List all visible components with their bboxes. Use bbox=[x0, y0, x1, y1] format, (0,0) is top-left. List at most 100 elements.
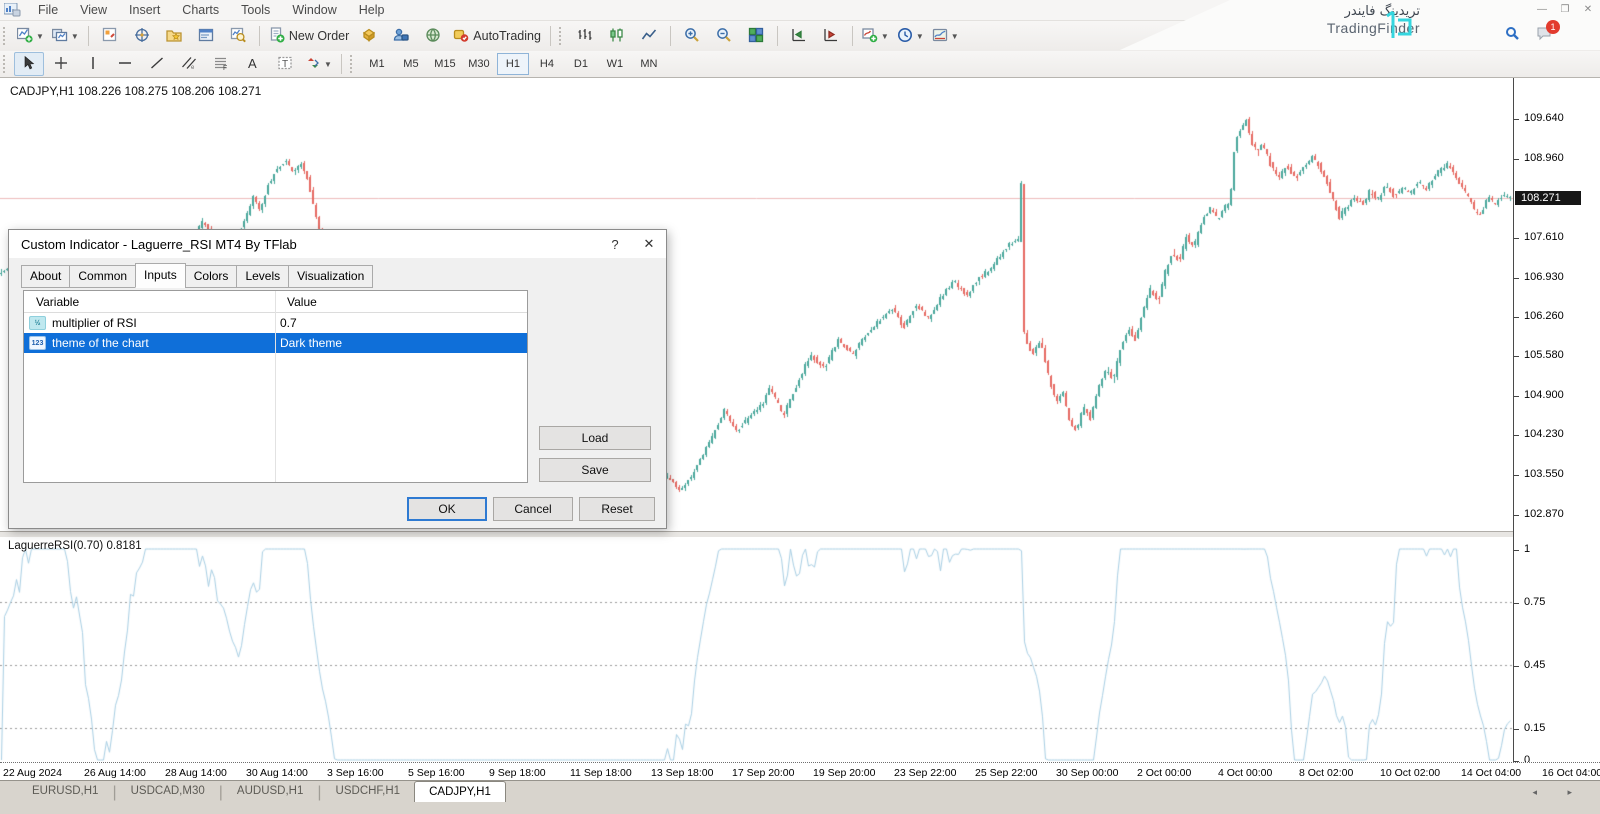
indicators-button[interactable]: ▼ bbox=[859, 24, 892, 48]
tile-windows-button[interactable] bbox=[741, 24, 771, 48]
chart-tab-usdchf-h1[interactable]: USDCHF,H1 bbox=[322, 781, 415, 801]
menu-view[interactable]: View bbox=[69, 1, 118, 19]
price-tick: 102.870 bbox=[1524, 508, 1564, 520]
dialog-tab-visualization[interactable]: Visualization bbox=[288, 265, 373, 288]
time-tick: 11 Sep 18:00 bbox=[570, 767, 632, 779]
close-button[interactable]: ✕ bbox=[1582, 4, 1594, 15]
ok-button[interactable]: OK bbox=[407, 497, 487, 521]
search-icon[interactable] bbox=[1505, 26, 1520, 46]
timeframe-m30[interactable]: M30 bbox=[463, 53, 495, 75]
dialog-tab-common[interactable]: Common bbox=[69, 265, 136, 288]
chevron-down-icon[interactable]: ▼ bbox=[71, 32, 79, 41]
chevron-down-icon[interactable]: ▼ bbox=[36, 32, 44, 41]
fibonacci-button[interactable]: F bbox=[206, 52, 236, 76]
restore-button[interactable]: ❐ bbox=[1559, 4, 1571, 15]
data-window-button[interactable] bbox=[127, 24, 157, 48]
navigator-button[interactable] bbox=[159, 24, 189, 48]
new-order-button[interactable]: New Order bbox=[266, 24, 352, 48]
timeframe-h4[interactable]: H4 bbox=[531, 53, 563, 75]
toolbar-grip[interactable] bbox=[3, 27, 10, 45]
dialog-title-bar[interactable]: Custom Indicator - Laguerre_RSI MT4 By T… bbox=[9, 230, 666, 258]
chevron-down-icon[interactable]: ▼ bbox=[324, 60, 332, 69]
minimize-button[interactable]: — bbox=[1536, 4, 1548, 15]
zoom-out-button[interactable] bbox=[709, 24, 739, 48]
line-chart-button[interactable] bbox=[634, 24, 664, 48]
tile-windows-icon bbox=[748, 27, 764, 46]
timeframe-m15[interactable]: M15 bbox=[429, 53, 461, 75]
menu-file[interactable]: File bbox=[27, 1, 69, 19]
text-button[interactable]: A bbox=[238, 52, 268, 76]
notifications-icon[interactable]: 1 bbox=[1536, 26, 1554, 46]
autotrading-button[interactable]: AutoTrading bbox=[450, 24, 544, 48]
price-axis[interactable]: 109.640108.960107.610106.930106.260105.5… bbox=[1513, 78, 1600, 762]
indicator-canvas[interactable] bbox=[0, 537, 1513, 762]
cursor-button[interactable] bbox=[14, 52, 44, 76]
horizontal-line-button[interactable] bbox=[110, 52, 140, 76]
bar-chart-button[interactable] bbox=[570, 24, 600, 48]
channel-button[interactable]: e bbox=[174, 52, 204, 76]
chart-tab-audusd-h1[interactable]: AUDUSD,H1 bbox=[223, 781, 317, 801]
auto-scroll-button[interactable] bbox=[784, 24, 814, 48]
cancel-button[interactable]: Cancel bbox=[493, 497, 573, 521]
news-button[interactable] bbox=[418, 24, 448, 48]
trendline-button[interactable] bbox=[142, 52, 172, 76]
chart-tab-cadjpy-h1[interactable]: CADJPY,H1 bbox=[414, 781, 506, 802]
chevron-down-icon[interactable]: ▼ bbox=[916, 32, 924, 41]
time-tick: 17 Sep 20:00 bbox=[732, 767, 794, 779]
menu-charts[interactable]: Charts bbox=[171, 1, 230, 19]
dialog-close-icon[interactable]: ✕ bbox=[632, 236, 666, 252]
market-button[interactable] bbox=[354, 24, 384, 48]
timeframe-m1[interactable]: M1 bbox=[361, 53, 393, 75]
chevron-down-icon[interactable]: ▼ bbox=[951, 32, 959, 41]
zoom-in-button[interactable] bbox=[677, 24, 707, 48]
timeframe-h1[interactable]: H1 bbox=[497, 53, 529, 75]
profiles-button[interactable]: ▼ bbox=[49, 24, 82, 48]
timeframe-mn[interactable]: MN bbox=[633, 53, 665, 75]
timeframe-w1[interactable]: W1 bbox=[599, 53, 631, 75]
chevron-down-icon[interactable]: ▼ bbox=[881, 32, 889, 41]
reset-button[interactable]: Reset bbox=[579, 497, 655, 521]
toolbar-grip[interactable] bbox=[559, 27, 566, 45]
chart-shift-button[interactable] bbox=[816, 24, 846, 48]
chart-tab-eurusd-h1[interactable]: EURUSD,H1 bbox=[18, 781, 112, 801]
new-chart-button[interactable]: ▼ bbox=[14, 24, 47, 48]
menu-window[interactable]: Window bbox=[281, 1, 347, 19]
dialog-tab-colors[interactable]: Colors bbox=[185, 265, 238, 288]
candlestick-chart-button[interactable] bbox=[602, 24, 632, 48]
dialog-tab-about[interactable]: About bbox=[21, 265, 70, 288]
strategy-tester-button[interactable] bbox=[223, 24, 253, 48]
save-button[interactable]: Save bbox=[539, 458, 651, 482]
arrows-button[interactable]: ▼ bbox=[302, 52, 335, 76]
community-button[interactable] bbox=[386, 24, 416, 48]
templates-button[interactable]: ▼ bbox=[929, 24, 962, 48]
market-watch-button[interactable] bbox=[95, 24, 125, 48]
crosshair-button[interactable] bbox=[46, 52, 76, 76]
timeframe-m5[interactable]: M5 bbox=[395, 53, 427, 75]
price-tick: 106.930 bbox=[1524, 271, 1564, 283]
autotrading-icon bbox=[453, 27, 469, 46]
toolbar-grip[interactable] bbox=[350, 55, 357, 73]
terminal-button[interactable] bbox=[191, 24, 221, 48]
dialog-help-button[interactable]: ? bbox=[598, 237, 632, 252]
load-button[interactable]: Load bbox=[539, 426, 651, 450]
time-axis[interactable]: 22 Aug 202426 Aug 14:0028 Aug 14:0030 Au… bbox=[0, 762, 1600, 782]
periods-button[interactable]: ▼ bbox=[894, 24, 927, 48]
menu-help[interactable]: Help bbox=[348, 1, 396, 19]
dialog-tab-inputs[interactable]: Inputs bbox=[135, 263, 186, 288]
app-logo-icon bbox=[4, 3, 21, 17]
tab-scroll-arrows[interactable]: ◂ ▸ bbox=[1532, 787, 1586, 798]
timeframe-d1[interactable]: D1 bbox=[565, 53, 597, 75]
chart-tab-usdcad-m30[interactable]: USDCAD,M30 bbox=[117, 781, 219, 801]
dialog-tab-levels[interactable]: Levels bbox=[236, 265, 289, 288]
text-label-button[interactable]: T bbox=[270, 52, 300, 76]
toolbar-grip[interactable] bbox=[3, 55, 10, 73]
indicator-pane[interactable]: LaguerreRSI(0.70) 0.8181 bbox=[0, 537, 1513, 762]
inputs-table[interactable]: Variable Value ½multiplier of RSI0.7123t… bbox=[23, 290, 528, 483]
svg-text:e: e bbox=[191, 65, 195, 71]
menu-insert[interactable]: Insert bbox=[118, 1, 171, 19]
menu-tools[interactable]: Tools bbox=[230, 1, 281, 19]
variable-value[interactable]: 0.7 bbox=[268, 316, 297, 330]
vertical-line-button[interactable] bbox=[78, 52, 108, 76]
variable-value[interactable]: Dark theme bbox=[268, 336, 342, 350]
double-type-icon: ½ bbox=[29, 316, 46, 330]
